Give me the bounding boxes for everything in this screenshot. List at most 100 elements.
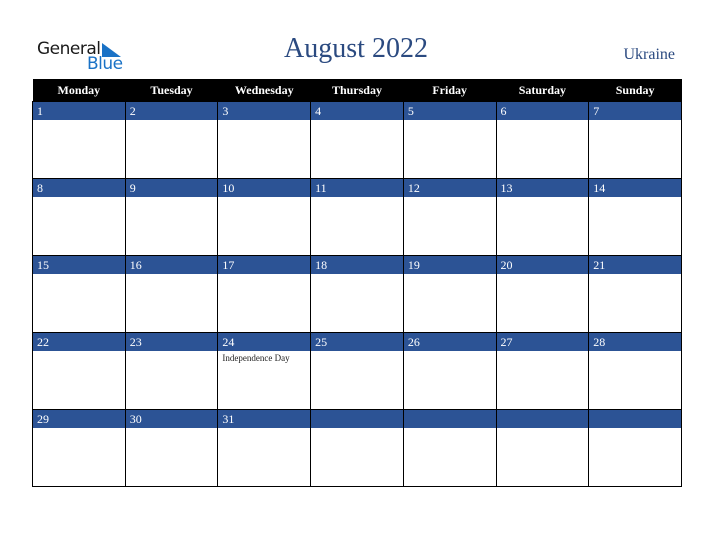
holiday-label [126,428,218,430]
calendar-title: August 2022 [284,33,428,64]
holiday-label [311,351,403,353]
day-number: 14 [589,179,681,197]
day-number: 18 [311,256,403,274]
weekday-header-thursday: Thursday [310,79,404,102]
day-cell[interactable]: 12 [402,178,497,256]
day-cell[interactable]: 26 [402,332,497,410]
country-label: Ukraine [623,46,675,63]
holiday-label [33,428,125,430]
weekday-header-saturday: Saturday [496,79,589,102]
day-number: 25 [311,333,403,351]
holiday-label [497,428,589,430]
day-cell[interactable]: 27 [495,332,590,410]
day-cell[interactable]: 31 [217,409,312,487]
day-cell[interactable]: 15 [32,255,126,333]
day-cell[interactable]: 6 [495,101,590,179]
day-number: 21 [589,256,681,274]
day-number: 24 [218,333,311,351]
day-cell[interactable]: 14 [588,178,682,256]
holiday-label [33,197,125,199]
day-number: 1 [33,102,125,120]
holiday-label [33,274,125,276]
holiday-label [404,197,496,199]
holiday-label [497,197,589,199]
weekday-header-row: Monday Tuesday Wednesday Thursday Friday Satu… [32,79,682,102]
day-cell[interactable]: 11 [310,178,404,256]
day-cell[interactable]: 3 [217,101,312,179]
day-cell[interactable]: 22 [32,332,126,410]
holiday-label [218,120,310,122]
day-number [311,410,403,428]
day-cell[interactable]: 19 [402,255,497,333]
day-number: 8 [33,179,125,197]
holiday-label [497,274,589,276]
day-cell[interactable]: 20 [495,255,590,333]
day-number: 23 [125,333,218,351]
day-number [403,410,496,428]
holiday-label: Independence Day [222,353,290,363]
day-number [496,410,589,428]
holiday-label [589,120,681,122]
day-number: 5 [403,102,496,120]
day-cell[interactable]: 7 [588,101,682,179]
holiday-label [126,351,218,353]
day-cell[interactable]: 2 [124,101,219,179]
day-number: 22 [33,333,125,351]
day-cell[interactable]: 13 [495,178,590,256]
day-cell[interactable]: 29 [32,409,126,487]
weekday-header-wednesday: Wednesday [217,79,311,102]
day-cell[interactable]: 8 [32,178,126,256]
day-number: 20 [496,256,589,274]
holiday-label [311,274,403,276]
day-cell[interactable]: 23 [124,332,219,410]
week-row: 29 30 31 [32,409,682,487]
week-row: 8 9 10 11 12 13 14 [32,178,682,256]
week-row: 15 16 17 18 19 20 21 [32,255,682,333]
day-cell[interactable]: 10 [217,178,312,256]
holiday-label [589,274,681,276]
day-number: 30 [125,410,218,428]
day-cell[interactable]: 17 [217,255,312,333]
day-number: 9 [125,179,218,197]
holiday-label [33,351,125,353]
holiday-label [126,120,218,122]
day-cell[interactable]: 18 [310,255,404,333]
day-cell[interactable]: 25 [310,332,404,410]
weekday-header-tuesday: Tuesday [125,79,218,102]
day-cell[interactable]: 24 Independence Day [217,332,312,410]
day-cell[interactable] [588,409,682,487]
day-cell[interactable]: 1 [32,101,126,179]
day-cell[interactable]: 21 [588,255,682,333]
day-number: 12 [403,179,496,197]
day-number: 27 [496,333,589,351]
day-cell[interactable] [310,409,404,487]
day-number: 19 [403,256,496,274]
day-number: 17 [218,256,311,274]
day-number: 2 [125,102,218,120]
day-cell[interactable]: 4 [310,101,404,179]
week-row: 1234567 [32,101,682,179]
holiday-label [589,351,681,353]
day-cell[interactable]: 9 [124,178,219,256]
day-number: 16 [125,256,218,274]
day-cell[interactable]: 16 [124,255,219,333]
holiday-label [404,351,496,353]
day-number: 4 [311,102,403,120]
holiday-label [33,120,125,122]
day-number: 10 [218,179,311,197]
holiday-label [126,274,218,276]
day-cell[interactable] [495,409,590,487]
holiday-label [218,197,310,199]
day-number: 26 [403,333,496,351]
day-cell[interactable]: 30 [124,409,219,487]
day-cell[interactable] [402,409,497,487]
holiday-label [404,274,496,276]
weekday-header-sunday: Sunday [588,79,682,102]
day-cell[interactable]: 28 [588,332,682,410]
day-number: 3 [218,102,311,120]
holiday-label [404,428,496,430]
day-number: 29 [33,410,125,428]
day-cell[interactable]: 5 [402,101,497,179]
holiday-label [311,197,403,199]
holiday-label [311,120,403,122]
